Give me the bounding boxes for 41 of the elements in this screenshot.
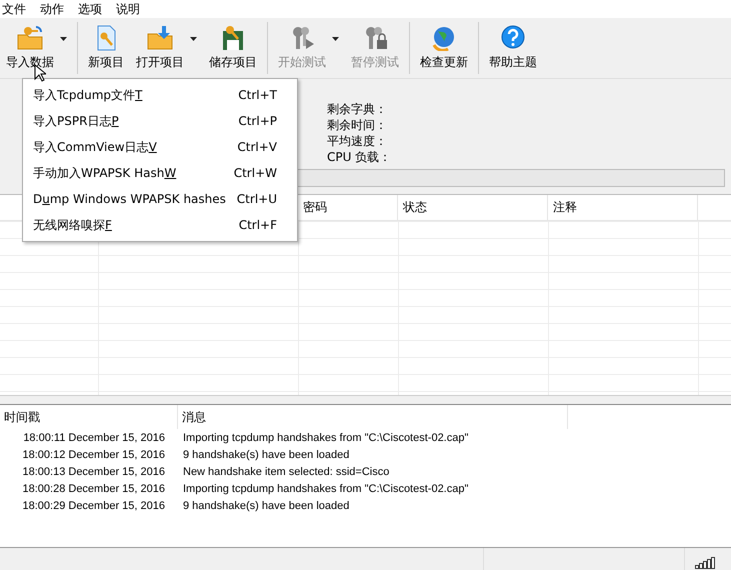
toolbar-button[interactable]: 打开项目	[130, 23, 190, 73]
log-message: Importing tcpdump handshakes from "C:\Ciscotest-02.cap"	[183, 432, 468, 444]
stat-label: 平均速度：	[327, 133, 387, 149]
signal-bars-icon	[695, 557, 717, 569]
log-message: Importing tcpdump handshakes from "C:\Ciscotest-02.cap"	[183, 482, 468, 494]
column-header[interactable]: 消息	[178, 405, 568, 429]
caret-icon[interactable]	[60, 37, 67, 41]
menu-item[interactable]: 动作	[38, 0, 70, 18]
toolbar-button[interactable]: 帮助主题	[483, 23, 543, 73]
stat-label: CPU 负载：	[327, 149, 392, 165]
folder-arrow-icon	[146, 25, 174, 51]
caret-icon[interactable]	[190, 37, 197, 41]
menu-option[interactable]: Dump Windows WPAPSK hashes Ctrl+U	[23, 186, 297, 212]
menu-item[interactable]: 选项	[76, 0, 108, 18]
log-time: 18:00:29 December 15, 2016	[22, 500, 166, 512]
splitter[interactable]	[0, 395, 731, 405]
log-message: 9 handshake(s) have been loaded	[183, 500, 350, 512]
log-time: 18:00:13 December 15, 2016	[22, 466, 166, 478]
stat-label: 剩余时间：	[327, 117, 387, 133]
folder-key-icon	[16, 25, 44, 51]
menu-option[interactable]: 导入Tcpdump文件T Ctrl+T	[23, 82, 297, 108]
menu-option[interactable]: 手动加入WPAPSK HashW Ctrl+W	[23, 160, 297, 186]
menu-item[interactable]: 说明	[114, 0, 146, 18]
log-time: 18:00:28 December 15, 2016	[22, 482, 166, 494]
column-header[interactable]: 注释	[548, 195, 698, 220]
log-time: 18:00:11 December 15, 2016	[22, 432, 166, 444]
help-icon	[499, 25, 527, 51]
menu-option[interactable]: 无线网络嗅探F Ctrl+F	[23, 212, 297, 238]
stat-label: 剩余字典：	[327, 101, 387, 117]
toolbar-button[interactable]: 检查更新	[414, 23, 474, 73]
toolbar-button[interactable]: 导入数据	[0, 23, 60, 73]
column-header[interactable]: 时间戳	[0, 405, 178, 429]
menu-option[interactable]: 导入PSPR日志P Ctrl+P	[23, 108, 297, 134]
log-time: 18:00:12 December 15, 2016	[22, 448, 166, 460]
column-header[interactable]: 状态	[398, 195, 548, 220]
log-message: 9 handshake(s) have been loaded	[183, 448, 350, 460]
log-message: New handshake item selected: ssid=Cisco	[183, 466, 390, 478]
toolbar-button[interactable]: 储存项目	[203, 23, 263, 73]
toolbar-button[interactable]: 新项目	[82, 23, 130, 73]
menu-option[interactable]: 导入CommView日志V Ctrl+V	[23, 134, 297, 160]
menu-item[interactable]: 文件	[0, 0, 32, 18]
